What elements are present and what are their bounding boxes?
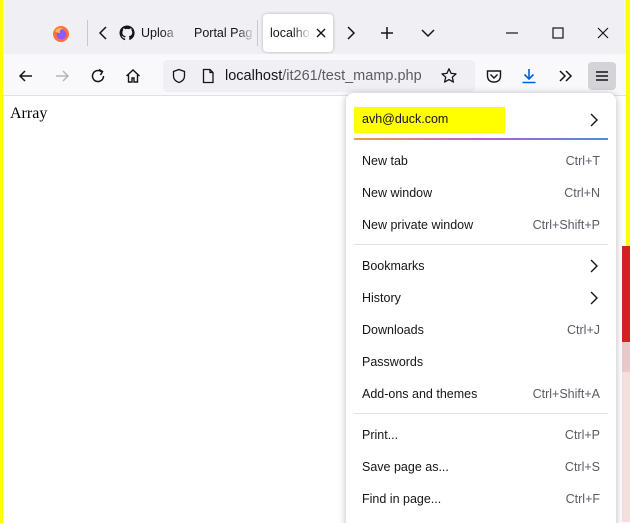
account-gradient-divider [354,138,608,140]
page-info-icon[interactable] [200,68,216,84]
chevron-right-icon [590,113,598,127]
shield-icon[interactable] [171,68,187,84]
url-text[interactable]: localhost/it261/test_mamp.php [225,60,422,92]
menu-item-bookmarks[interactable]: Bookmarks [354,251,608,281]
home-icon [126,69,140,83]
menu-item-new-private-window[interactable]: New private window Ctrl+Shift+P [354,210,608,240]
menu-item-find-in-page[interactable]: Find in page... Ctrl+F [354,484,608,514]
tab-separator [257,20,258,46]
tab-separator [87,20,88,46]
firefox-icon[interactable] [52,25,70,43]
back-arrow-icon [18,70,32,82]
page-output-text: Array [10,105,48,122]
reload-icon [91,68,105,83]
menu-item-addons-themes[interactable]: Add-ons and themes Ctrl+Shift+A [354,379,608,409]
menu-item-downloads[interactable]: Downloads Ctrl+J [354,315,608,345]
menu-separator [354,413,608,414]
tab-portal-page[interactable]: Portal Pag [193,14,255,52]
menu-item-history[interactable]: History [354,283,608,313]
list-all-tabs-icon[interactable] [419,24,437,42]
scroll-tabs-right-icon[interactable] [343,24,359,42]
close-window-icon[interactable] [590,21,616,45]
close-tab-icon[interactable] [315,27,327,39]
bookmark-star-button[interactable] [435,62,463,90]
chevron-right-icon [590,259,598,273]
forward-arrow-icon [56,70,70,82]
address-bar[interactable]: localhost/it261/test_mamp.php [163,60,475,92]
github-icon [119,25,135,41]
menu-item-new-tab[interactable]: New tab Ctrl+T [354,146,608,176]
tab-strip: Uploa Portal Pag localho [3,0,626,54]
chevron-right-icon [590,291,598,305]
star-icon [441,68,457,83]
app-menu-button[interactable] [588,62,616,90]
app-menu-panel: avh@duck.com New tab Ctrl+T New window C… [346,93,616,523]
hamburger-icon [596,71,608,81]
scroll-tabs-left-icon[interactable] [95,24,111,42]
forward-button[interactable] [48,62,76,90]
back-button[interactable] [12,62,40,90]
chevrons-right-icon [559,70,573,82]
pocket-icon [486,70,502,83]
menu-item-save-page-as[interactable]: Save page as... Ctrl+S [354,452,608,482]
downloads-button[interactable] [515,62,543,90]
minimize-icon[interactable] [499,21,525,45]
tab-localhost[interactable]: localho [263,14,333,52]
menu-item-print[interactable]: Print... Ctrl+P [354,420,608,450]
account-email: avh@duck.com [362,112,449,126]
overflow-button[interactable] [552,62,580,90]
maximize-icon[interactable] [545,21,571,45]
background-window-edge [618,246,630,523]
home-button[interactable] [119,62,147,90]
navigation-toolbar: localhost/it261/test_mamp.php [3,54,626,96]
pocket-button[interactable] [480,62,508,90]
download-arrow-icon [522,69,536,84]
reload-button[interactable] [84,62,112,90]
account-button[interactable]: avh@duck.com [354,107,608,141]
tab-upload[interactable]: Uploa [117,14,181,52]
menu-item-passwords[interactable]: Passwords [354,347,608,377]
new-tab-plus-icon[interactable] [379,24,395,42]
menu-separator [354,244,608,245]
menu-item-new-window[interactable]: New window Ctrl+N [354,178,608,208]
